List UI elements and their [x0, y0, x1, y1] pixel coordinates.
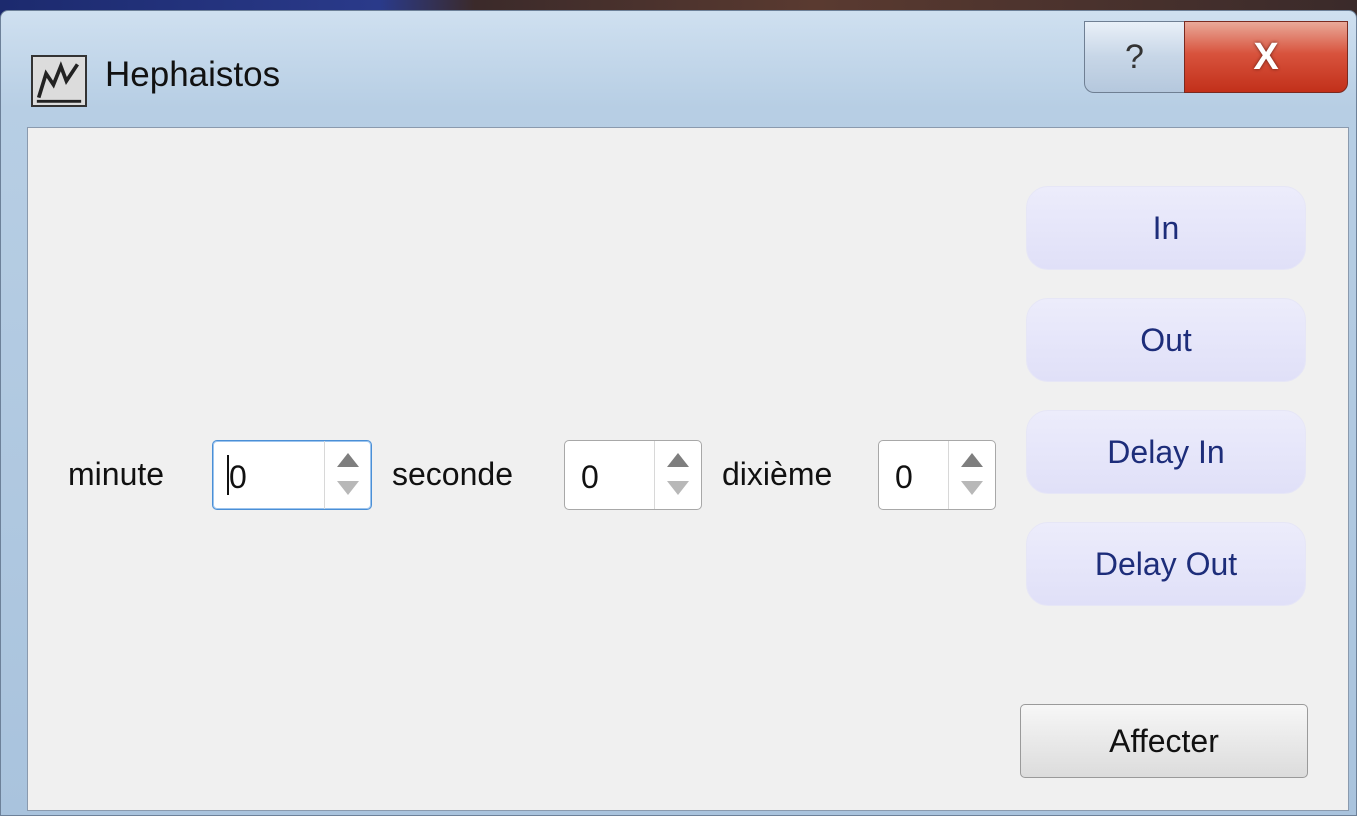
dialog-client-area: minute 0 seconde 0 dixième 0 In Out Dela… [27, 127, 1349, 811]
affecter-button[interactable]: Affecter [1020, 704, 1308, 778]
close-button[interactable]: X [1184, 21, 1348, 93]
spin-up-arrow-icon[interactable] [667, 453, 689, 467]
spin-down-arrow-icon[interactable] [961, 481, 983, 495]
out-button[interactable]: Out [1026, 298, 1306, 382]
app-logo-icon [31, 55, 87, 107]
delay-in-button[interactable]: Delay In [1026, 410, 1306, 494]
dixieme-spin-arrows [948, 441, 995, 509]
seconde-spin-arrows [654, 441, 701, 509]
spin-up-arrow-icon[interactable] [337, 453, 359, 467]
seconde-label: seconde [392, 456, 513, 492]
close-icon: X [1253, 35, 1279, 78]
minute-label: minute [68, 456, 165, 492]
spin-up-arrow-icon[interactable] [961, 453, 983, 467]
window-title: Hephaistos [105, 55, 281, 94]
help-icon: ? [1125, 37, 1144, 76]
dixieme-spinbox[interactable]: 0 [878, 440, 996, 510]
seconde-value: 0 [581, 459, 599, 495]
caption-buttons: ? X [1084, 21, 1348, 93]
help-button[interactable]: ? [1084, 21, 1184, 93]
spin-down-arrow-icon[interactable] [667, 481, 689, 495]
delay-out-button[interactable]: Delay Out [1026, 522, 1306, 606]
seconde-spinbox[interactable]: 0 [564, 440, 702, 510]
dialog-window: Hephaistos ? X minute 0 seconde 0 dixièm… [0, 10, 1357, 816]
minute-spin-arrows [324, 441, 371, 509]
minute-spinbox[interactable]: 0 [212, 440, 372, 510]
title-bar[interactable]: Hephaistos ? X [1, 11, 1356, 129]
in-button[interactable]: In [1026, 186, 1306, 270]
dixieme-value: 0 [895, 459, 913, 495]
minute-value: 0 [229, 459, 247, 495]
dixieme-label: dixième [722, 456, 833, 492]
spin-down-arrow-icon[interactable] [337, 481, 359, 495]
